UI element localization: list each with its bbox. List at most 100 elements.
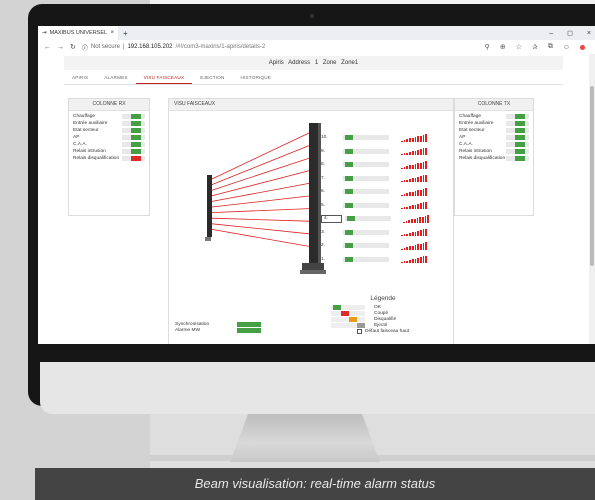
zoom-icon[interactable]: ⊕ bbox=[500, 43, 506, 51]
beam-row[interactable]: 7. bbox=[321, 174, 457, 183]
collections-icon[interactable]: ⧉ bbox=[548, 43, 553, 51]
indicator-empty bbox=[506, 156, 515, 161]
profile-icon[interactable]: ☺ bbox=[563, 44, 570, 51]
rx-status-row: Relais disqualification bbox=[73, 156, 145, 170]
tx-status-label: Entrée auxiliaire bbox=[459, 121, 494, 126]
tx-status-indicator bbox=[506, 149, 529, 154]
indicator-empty bbox=[525, 149, 529, 154]
signal-bar bbox=[414, 231, 417, 236]
indicator-empty bbox=[121, 142, 131, 147]
forward-icon[interactable]: → bbox=[57, 44, 64, 51]
tx-status-indicator bbox=[506, 121, 529, 126]
signal-bar bbox=[401, 167, 403, 169]
favorites-icon[interactable]: ✰ bbox=[532, 43, 538, 51]
notification-badge-icon[interactable] bbox=[580, 44, 585, 50]
signal-bar bbox=[406, 139, 409, 142]
scrollbar-thumb[interactable] bbox=[590, 86, 594, 266]
tx-status-indicator bbox=[506, 142, 529, 147]
tx-status-row: Etat secteur bbox=[459, 128, 529, 135]
rx-column-foot bbox=[300, 270, 326, 274]
beam-row[interactable]: 10. bbox=[321, 133, 457, 142]
indicator-on-icon bbox=[237, 321, 261, 327]
beam-row[interactable]: 1. bbox=[321, 255, 457, 264]
back-icon[interactable]: ← bbox=[44, 44, 51, 51]
tx-status-indicator bbox=[506, 114, 529, 119]
signal-bar bbox=[422, 148, 425, 155]
tx-column-foot bbox=[205, 237, 211, 241]
tx-status-label: Chauffage bbox=[459, 114, 482, 119]
beam-row[interactable]: 9. bbox=[321, 147, 457, 156]
signal-bar bbox=[419, 203, 422, 209]
browser-tab[interactable]: ⇥ MAXIBUS UNIVERSEL × bbox=[38, 26, 118, 40]
beam-status-indicator bbox=[343, 189, 389, 194]
translate-icon[interactable]: ⚲ bbox=[485, 43, 490, 51]
tab-ejection[interactable]: EJECTION bbox=[192, 72, 232, 84]
beam-status-indicator bbox=[343, 162, 389, 167]
rx-status-row: AP bbox=[73, 135, 145, 142]
tx-status-indicator bbox=[506, 135, 529, 140]
indicator-on-icon bbox=[131, 149, 141, 154]
indicator-empty bbox=[506, 135, 515, 140]
tab-visu-faisceaux[interactable]: VISU FAISCEAUX bbox=[135, 72, 193, 84]
tab-apiris[interactable]: APIRIS bbox=[64, 72, 96, 84]
page-content: Apiris Address 1 Zone Zone1 APIRIS ALARM… bbox=[38, 54, 589, 344]
rx-status-indicator bbox=[121, 142, 145, 147]
signal-bar bbox=[409, 246, 411, 250]
tx-status-label: AP bbox=[459, 135, 466, 140]
indicator-empty bbox=[141, 142, 145, 147]
url-field[interactable]: ⓘ Not secure | 192.168.105.202/#!/com3-m… bbox=[82, 43, 265, 52]
legend-label: Disqualifié bbox=[374, 316, 397, 322]
signal-bar bbox=[403, 221, 405, 223]
indicator-on-icon bbox=[131, 135, 141, 140]
signal-bar bbox=[401, 262, 403, 263]
rx-status-label: Entrée auxiliaire bbox=[73, 121, 108, 126]
signal-strength-icon bbox=[401, 161, 428, 169]
beam-row[interactable]: 8. bbox=[321, 160, 457, 169]
sync-indicator bbox=[237, 321, 261, 327]
rx-panel: COLONNE RX Chauffage Entrée auxiliaire Eta… bbox=[68, 98, 150, 216]
device-address: Address 1 bbox=[288, 60, 319, 66]
beam-row[interactable]: 6. bbox=[321, 187, 457, 196]
signal-bar bbox=[403, 247, 406, 250]
rx-status-indicator bbox=[121, 128, 145, 133]
signal-bar bbox=[425, 242, 428, 250]
indicator-empty bbox=[141, 114, 145, 119]
rx-status-row: Etat secteur bbox=[73, 128, 145, 135]
tab-alarmes[interactable]: ALARMES bbox=[96, 72, 135, 84]
beam-status-indicator bbox=[343, 202, 389, 208]
signal-bar bbox=[425, 188, 428, 196]
signal-bar bbox=[419, 217, 421, 223]
rx-status-row: Chauffage bbox=[73, 114, 145, 121]
indicator-on-icon bbox=[131, 114, 141, 119]
reload-icon[interactable]: ↻ bbox=[70, 43, 76, 51]
legend-checkbox[interactable] bbox=[357, 328, 362, 334]
beam-line bbox=[211, 145, 310, 185]
info-icon[interactable]: ⓘ bbox=[82, 43, 88, 52]
signal-bar bbox=[408, 220, 411, 223]
signal-bar bbox=[427, 215, 430, 223]
indicator-on-icon bbox=[131, 128, 141, 133]
beam-number: 7. bbox=[321, 175, 326, 181]
star-icon[interactable]: ☆ bbox=[516, 43, 522, 51]
tx-status-row: Relais disqualification bbox=[459, 156, 529, 170]
beam-row[interactable]: 4. bbox=[321, 214, 457, 223]
new-tab-button[interactable]: + bbox=[118, 29, 133, 38]
indicator-on-icon bbox=[345, 243, 353, 248]
indicator-on-icon bbox=[515, 135, 525, 140]
signal-bar bbox=[406, 179, 409, 182]
indicator-empty bbox=[331, 311, 341, 316]
window-controls: – ◻ × bbox=[549, 26, 591, 40]
tab-close-icon[interactable]: × bbox=[110, 30, 114, 36]
toolbar-icons: ⚲ ⊕ ☆ ✰ ⧉ ☺ bbox=[485, 40, 585, 54]
minimize-button[interactable]: – bbox=[549, 30, 553, 37]
legend-indicator bbox=[331, 316, 365, 322]
legend-label: Ejecté bbox=[374, 322, 388, 328]
rx-status-label: Chauffage bbox=[73, 114, 96, 119]
tx-status-label: C.A.A. bbox=[459, 142, 473, 147]
maximize-button[interactable]: ◻ bbox=[567, 29, 573, 37]
beam-row[interactable]: 5. bbox=[321, 201, 457, 210]
close-window-button[interactable]: × bbox=[587, 30, 591, 37]
beam-row[interactable]: 2. bbox=[321, 241, 457, 250]
tab-historique[interactable]: HISTORIQUE bbox=[233, 72, 280, 84]
beam-row[interactable]: 3. bbox=[321, 228, 457, 237]
